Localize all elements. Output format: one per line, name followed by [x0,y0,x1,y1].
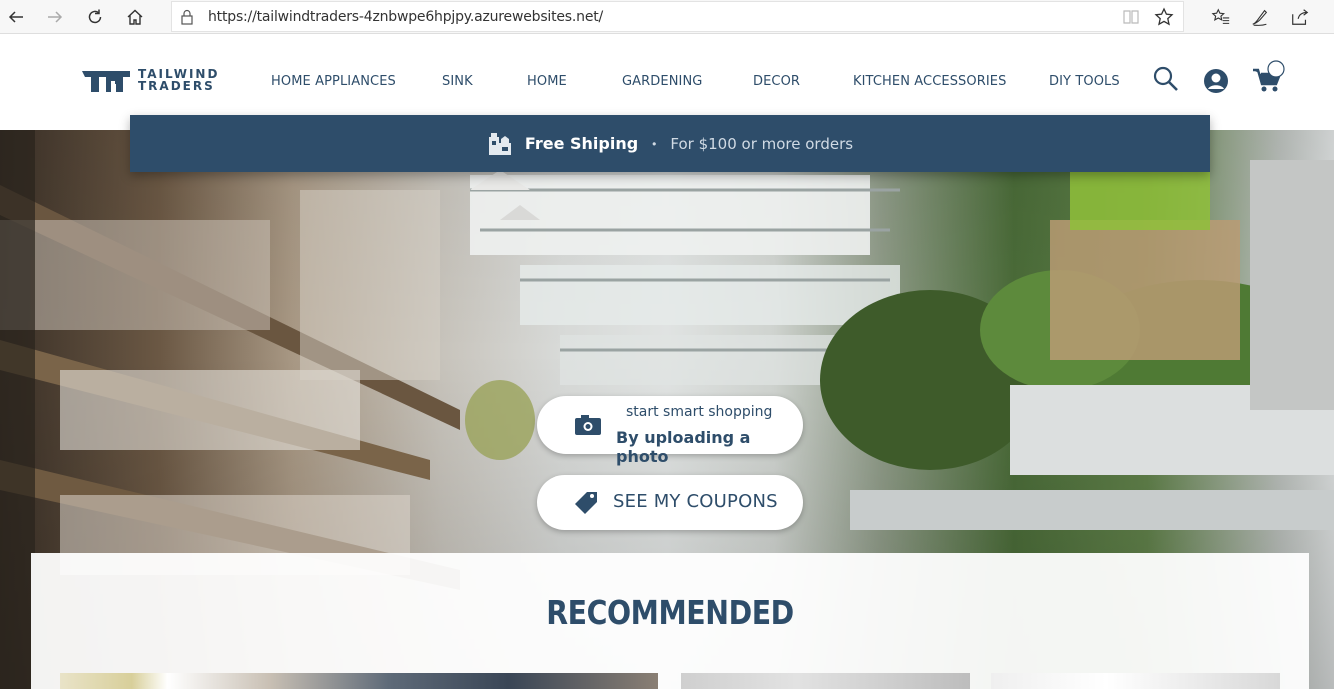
notes-button[interactable] [1247,4,1273,30]
cart-badge [1267,60,1285,78]
nav-home-appliances[interactable]: HOME APPLIANCES [271,74,396,89]
free-shipping-banner: Free Shiping • For $100 or more orders [130,115,1210,172]
forward-button[interactable] [41,4,69,30]
product-thumbnail-2[interactable] [681,673,970,689]
logo-text: TAILWIND TRADERS [138,68,219,92]
nav-diy-tools[interactable]: DIY TOOLS [1049,74,1120,89]
box-icon [488,132,511,155]
refresh-icon [88,9,102,24]
see-coupons-button[interactable]: SEE MY COUPONS [537,475,803,530]
forward-arrow-icon [48,11,63,23]
refresh-button[interactable] [81,4,109,30]
home-icon [127,9,143,25]
nav-kitchen-accessories[interactable]: KITCHEN ACCESSORIES [853,74,1006,89]
user-icon[interactable] [1203,68,1229,94]
separator-dot: • [652,136,657,151]
logo-mark-icon [82,71,130,92]
lock-icon [181,9,193,25]
tailwind-traders-logo[interactable]: TAILWIND TRADERS [82,65,219,95]
url-text[interactable]: https://tailwindtraders-4znbwpe6hpjpy.az… [208,9,603,25]
product-thumbnail-3[interactable] [991,673,1280,689]
product-thumbnail-1[interactable] [60,673,658,689]
cart-icon[interactable] [1252,60,1288,94]
recommended-title: RECOMMENDED [546,593,794,632]
upload-title: By uploading a photo [616,428,751,466]
coupons-label: SEE MY COUPONS [613,491,778,512]
reading-view-icon[interactable] [1122,8,1140,26]
share-button[interactable] [1287,4,1313,30]
home-button[interactable] [121,4,149,30]
favorites-hub-button[interactable] [1208,4,1234,30]
back-button[interactable] [2,4,30,30]
search-icon[interactable] [1153,66,1179,92]
share-icon [1292,9,1309,25]
nav-sink[interactable]: SINK [442,74,473,89]
camera-icon [575,415,601,435]
shipping-subtitle: For $100 or more orders [670,134,854,153]
coupon-tag-icon [575,492,597,514]
nav-home[interactable]: HOME [527,74,567,89]
nav-gardening[interactable]: GARDENING [622,74,702,89]
upload-subtitle: start smart shopping [626,404,773,420]
back-arrow-icon [8,11,23,23]
favorites-list-icon [1211,8,1230,24]
browser-toolbar: https://tailwindtraders-4znbwpe6hpjpy.az… [0,0,1334,34]
shipping-title: Free Shiping [524,134,639,153]
recommended-section: RECOMMENDED [31,553,1309,689]
upload-photo-button[interactable]: start smart shopping By uploading a phot… [537,396,803,466]
nav-decor[interactable]: DECOR [753,74,800,89]
address-bar[interactable]: https://tailwindtraders-4znbwpe6hpjpy.az… [171,1,1184,32]
pen-icon [1252,9,1268,26]
favorite-star-icon[interactable] [1154,7,1174,27]
logo-line-2: TRADERS [138,79,215,93]
